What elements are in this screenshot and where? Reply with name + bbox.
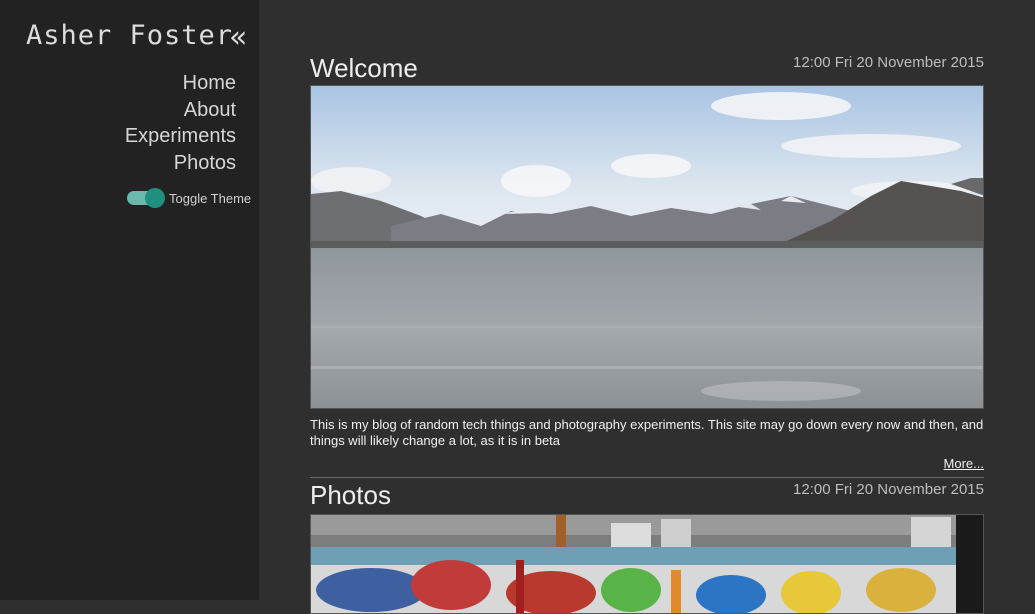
post-excerpt: This is my blog of random tech things an… [310, 417, 984, 448]
nav-item-home[interactable]: Home [125, 70, 236, 97]
graffiti-rooftop-photo[interactable] [310, 514, 984, 614]
nav-item-photos[interactable]: Photos [125, 150, 236, 177]
theme-toggle-label: Toggle Theme [169, 190, 252, 206]
post-title[interactable]: Photos [310, 479, 391, 512]
site-title[interactable]: Asher Foster [26, 20, 233, 51]
theme-toggle-row: Toggle Theme [127, 188, 251, 208]
lake-photo-svg [311, 86, 983, 408]
post-title[interactable]: Welcome [310, 52, 418, 85]
main-nav: Home About Experiments Photos [125, 70, 236, 176]
more-link[interactable]: More... [310, 456, 984, 471]
post-divider [310, 477, 984, 478]
post-welcome: Welcome 12:00 Fri 20 November 2015 This … [310, 52, 984, 478]
post-photos: Photos 12:00 Fri 20 November 2015 [310, 479, 984, 614]
lake-mountains-photo[interactable] [310, 85, 984, 409]
nav-item-experiments[interactable]: Experiments [125, 123, 236, 150]
post-date: 12:00 Fri 20 November 2015 [793, 481, 984, 498]
post-date: 12:00 Fri 20 November 2015 [793, 54, 984, 71]
sidebar: Asher Foster « Home About Experiments Ph… [0, 0, 259, 600]
graffiti-photo-svg [311, 515, 983, 613]
collapse-sidebar-icon[interactable]: « [229, 20, 247, 56]
post-header: Photos 12:00 Fri 20 November 2015 [310, 479, 984, 512]
toggle-knob [145, 188, 165, 208]
theme-toggle-switch[interactable] [127, 188, 165, 208]
nav-item-about[interactable]: About [125, 97, 236, 124]
post-header: Welcome 12:00 Fri 20 November 2015 [310, 52, 984, 85]
